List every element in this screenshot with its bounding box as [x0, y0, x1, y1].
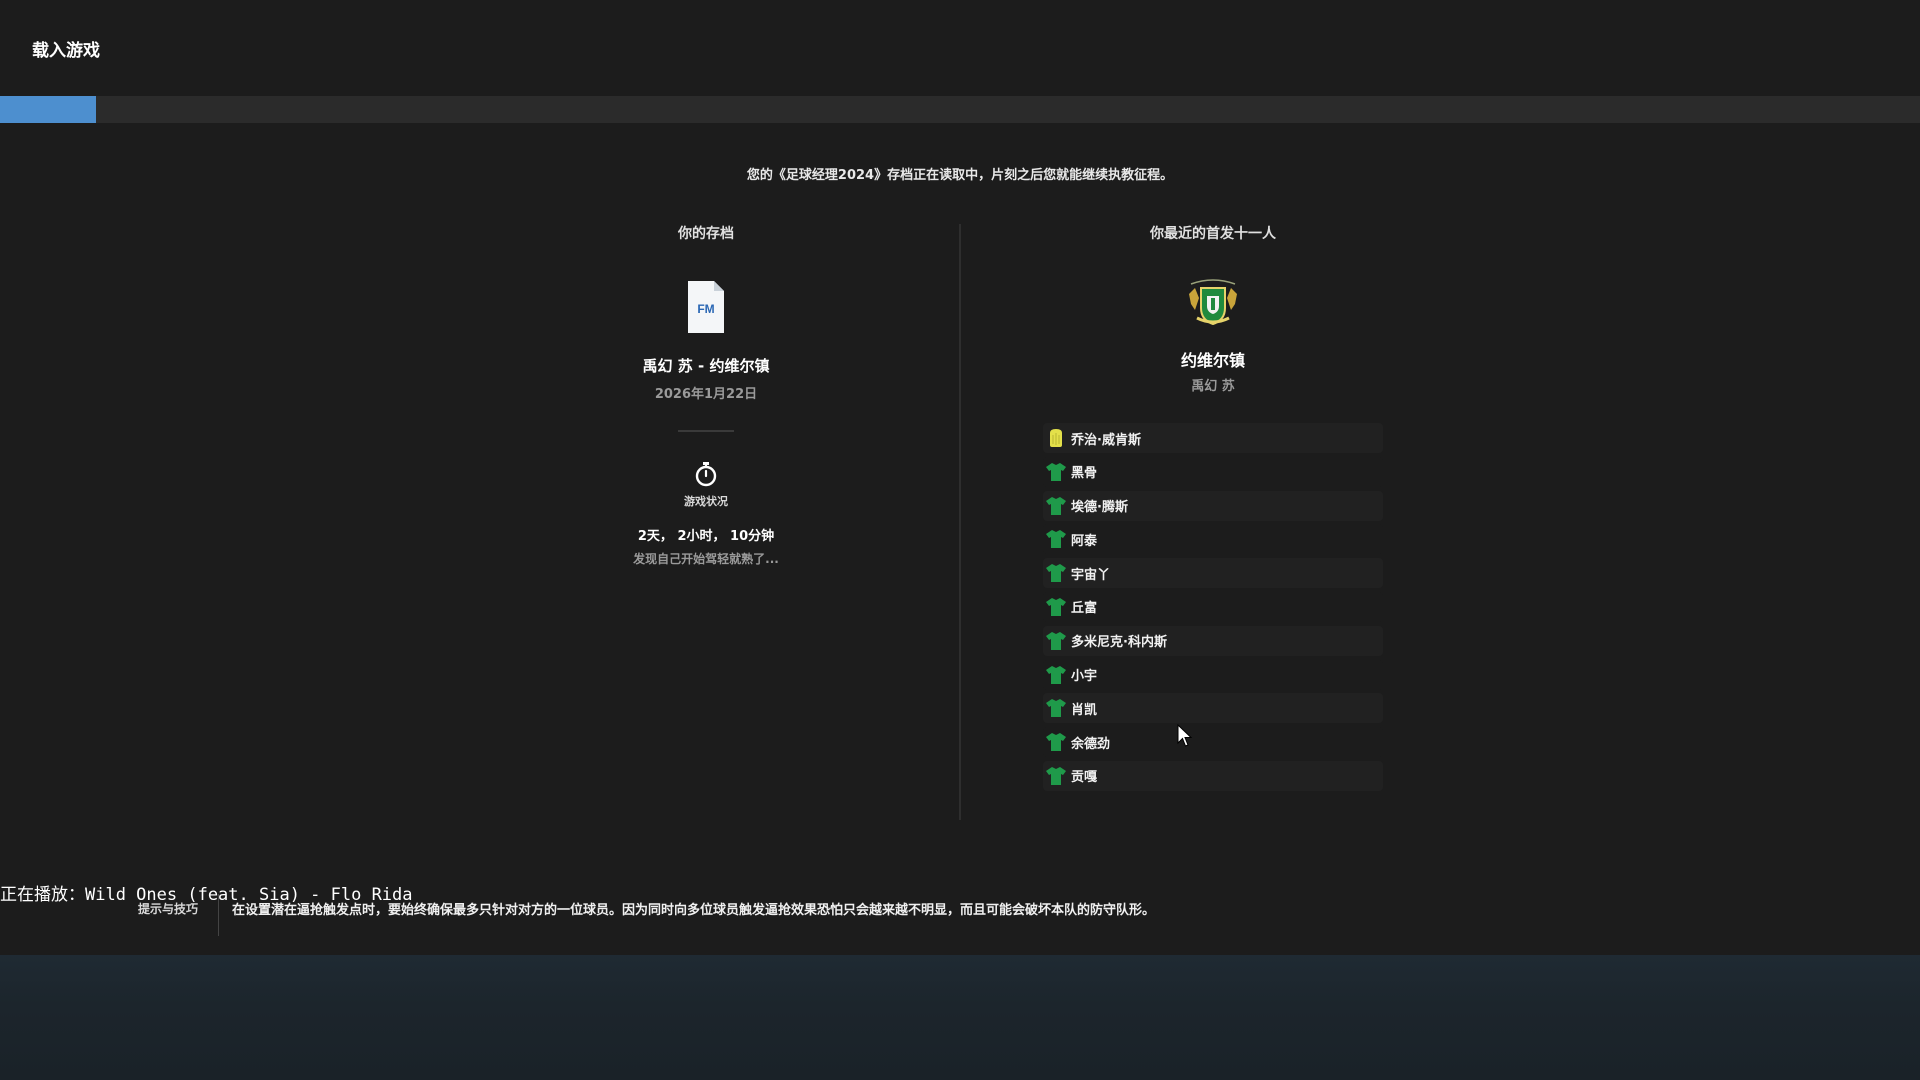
- player-name: 宇宙丫: [1071, 567, 1111, 583]
- player-name: 多米尼克·科内斯: [1071, 635, 1167, 651]
- player-row: 余德劲: [1043, 727, 1383, 758]
- save-name: 禹幻 苏 - 约维尔镇: [642, 357, 770, 375]
- loading-screen: 载入游戏 您的《足球经理2024》存档正在读取中，片刻之后您就能继续执教征程。 …: [0, 0, 1920, 1080]
- player-name: 肖凯: [1071, 702, 1098, 718]
- game-status-label: 游戏状况: [684, 495, 728, 508]
- save-panel: 你的存档 FM 禹幻 苏 - 约维尔镇 2026年1月22日 游戏状况 2天， …: [556, 224, 856, 566]
- fm-save-file-icon: FM: [688, 281, 724, 333]
- shirt-icon: [1046, 462, 1066, 481]
- background-band: [0, 955, 1920, 1080]
- player-name: 阿泰: [1071, 533, 1098, 549]
- player-row: 贡嘎: [1043, 760, 1383, 791]
- lineup-panel: 你最近的首发十一人 约维尔镇 禹幻 苏 乔治·威肯斯 黑骨埃德·腾斯阿泰宇宙丫丘富…: [1013, 224, 1413, 791]
- save-divider: [678, 430, 734, 432]
- player-name: 丘富: [1071, 601, 1098, 617]
- loading-message: 您的《足球经理2024》存档正在读取中，片刻之后您就能继续执教征程。: [746, 168, 1174, 183]
- shirt-icon: [1046, 496, 1066, 515]
- player-row: 宇宙丫: [1043, 558, 1383, 589]
- shirt-icon: [1046, 699, 1066, 718]
- player-row: 黑骨: [1043, 456, 1383, 487]
- page-title: 载入游戏: [32, 41, 100, 61]
- player-row: 阿泰: [1043, 524, 1383, 555]
- starting-eleven-list: 乔治·威肯斯 黑骨埃德·腾斯阿泰宇宙丫丘富多米尼克·科内斯 小宇肖凯余德劲贡嘎: [1043, 423, 1383, 795]
- shirt-icon: [1046, 631, 1066, 650]
- loading-progress-fill: [0, 96, 96, 123]
- fm-file-label: FM: [697, 302, 714, 316]
- goalkeeper-kit-icon: [1050, 429, 1062, 447]
- player-name: 小宇: [1071, 669, 1098, 685]
- column-divider: [959, 224, 961, 820]
- yeovil-town-crest-icon: [1189, 279, 1237, 326]
- play-time: 2天， 2小时， 10分钟: [637, 529, 775, 544]
- play-description: 发现自己开始驾轻就熟了...: [633, 552, 779, 566]
- player-name: 埃德·腾斯: [1071, 500, 1128, 516]
- title-bar: 载入游戏: [0, 0, 1920, 96]
- save-heading: 你的存档: [678, 226, 734, 242]
- lineup-heading: 你最近的首发十一人: [1150, 226, 1276, 242]
- stopwatch-icon: [695, 462, 717, 487]
- player-row: 乔治·威肯斯: [1043, 423, 1383, 453]
- shirt-icon: [1046, 766, 1066, 785]
- tips-divider: [218, 894, 219, 936]
- player-row: 埃德·腾斯: [1043, 490, 1383, 521]
- player-name: 乔治·威肯斯: [1071, 432, 1141, 448]
- shirt-icon: [1046, 597, 1066, 616]
- shirt-icon: [1046, 665, 1066, 684]
- player-name: 黑骨: [1071, 466, 1098, 482]
- shirt-icon: [1046, 564, 1066, 583]
- tips-text: 在设置潜在逼抢触发点时，要始终确保最多只针对对方的一位球员。因为同时向多位球员触…: [232, 903, 1156, 918]
- player-row: 多米尼克·科内斯: [1043, 625, 1383, 656]
- player-name: 余德劲: [1071, 736, 1111, 752]
- mouse-cursor-icon: [1177, 724, 1193, 747]
- player-row: 小宇: [1043, 659, 1383, 690]
- tips-label: 提示与技巧: [138, 902, 199, 916]
- manager-name: 禹幻 苏: [1191, 379, 1235, 394]
- player-row: 肖凯: [1043, 693, 1383, 724]
- player-name: 贡嘎: [1071, 770, 1098, 786]
- shirt-icon: [1046, 733, 1066, 752]
- player-row: 丘富: [1043, 591, 1383, 622]
- loading-progress-bar: [0, 96, 1920, 123]
- club-name: 约维尔镇: [1180, 351, 1245, 370]
- save-date: 2026年1月22日: [654, 387, 758, 402]
- shirt-icon: [1046, 530, 1066, 549]
